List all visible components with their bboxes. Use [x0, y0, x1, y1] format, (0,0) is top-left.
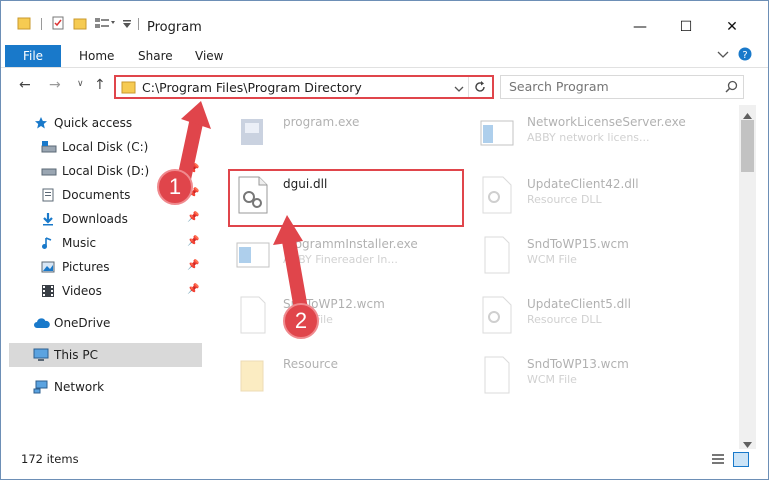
annotation-arrows [177, 101, 308, 316]
step-2-badge: 2 [283, 303, 319, 339]
explorer-window: Program — ☐ ✕ File Home Share View ? ← →… [0, 0, 769, 480]
step-1-badge: 1 [157, 169, 193, 205]
